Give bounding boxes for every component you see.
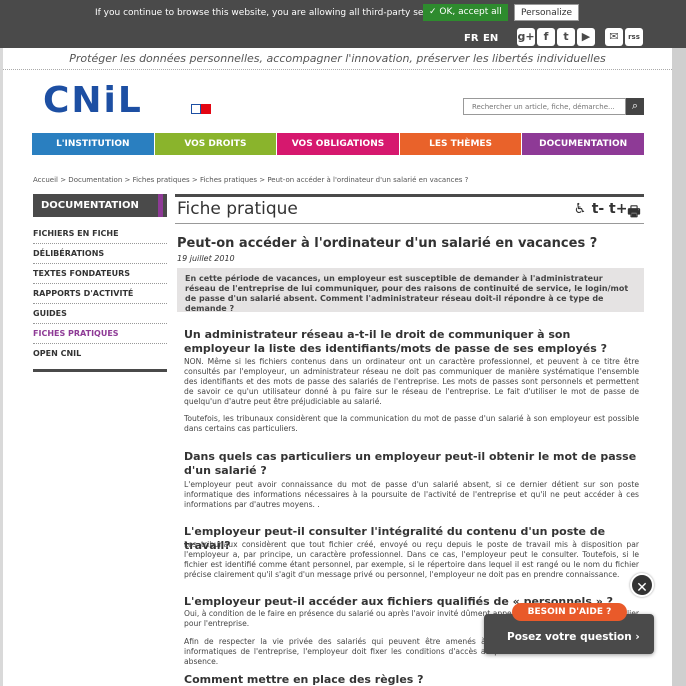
heading-1: Un administrateur réseau a-t-il le droit… [184,328,607,355]
section-title: Fiche pratique [177,199,298,219]
sidebar-item[interactable]: DÉLIBÉRATIONS [33,244,167,264]
accessibility-icon[interactable]: ♿ [573,201,587,225]
sidebar-item[interactable]: OPEN CNIL [33,344,167,364]
article-title: Peut-on accéder à l'ordinateur d'un sala… [177,236,598,251]
paragraph-4: Les tribunaux considèrent que tout fichi… [184,540,639,579]
search-icon[interactable]: ⌕ [626,98,644,115]
youtube-icon[interactable]: ▶ [577,28,595,46]
text-larger-icon[interactable]: t+ [609,201,627,225]
googleplus-icon[interactable]: g+ [517,28,535,46]
nav-item-4[interactable]: Documentation [522,133,644,155]
sidebar-item[interactable]: RAPPORTS D'ACTIVITÉ [33,284,167,304]
logo-square-white [191,104,201,114]
accept-cookies-button[interactable]: ✓ OK, accept all [423,4,508,21]
nav-item-0[interactable]: L'institution [32,133,155,155]
print-icon[interactable]: 🖶 [627,201,641,225]
paragraph-1: NON. Même si les fichiers contenus dans … [184,357,639,406]
sidebar-bottom-rule [33,369,167,372]
text-smaller-icon[interactable]: t- [591,201,605,225]
tools: ♿ t- t+ 🖶 [573,201,641,225]
rss-icon[interactable]: rss [625,28,643,46]
main-sub-rule [175,223,644,224]
paragraph-2: Toutefois, les tribunaux considèrent que… [184,414,639,433]
sidebar-item[interactable]: FICHES PRATIQUES [33,324,167,344]
sidebar-title-accent [158,194,163,217]
heading-5: Comment mettre en place des règles ? [184,673,424,686]
cnil-logo[interactable]: CNiL [43,82,143,120]
mail-icon[interactable]: ✉ [605,28,623,46]
scrollbar[interactable] [672,0,686,686]
cookie-text: If you continue to browse this website, … [95,8,451,18]
nav-item-2[interactable]: Vos obligations [277,133,400,155]
lang-en[interactable]: EN [483,33,498,44]
logo-square-red [201,104,211,114]
sidebar-item[interactable]: TEXTES FONDATEURS [33,264,167,284]
tagline: Protéger les données personnelles, accom… [3,48,672,70]
nav-item-3[interactable]: Les thèmes [399,133,523,155]
facebook-icon[interactable]: f [537,28,555,46]
cookie-banner: If you continue to browse this website, … [0,0,686,48]
article-date: 19 juillet 2010 [177,254,235,263]
page: Protéger les données personnelles, accom… [3,0,672,686]
nav-item-1[interactable]: Vos droits [154,133,278,155]
breadcrumb[interactable]: Accueil > Documentation > Fiches pratiqu… [33,176,468,184]
help-badge[interactable]: BESOIN D'AIDE ? [512,603,627,621]
twitter-icon[interactable]: t [557,28,575,46]
close-icon[interactable]: ✕ [630,573,654,597]
sidebar-item[interactable]: GUIDES [33,304,167,324]
paragraph-3: L'employeur peut avoir connaissance du m… [184,480,639,509]
heading-2: Dans quels cas particuliers un employeur… [184,450,637,477]
search-input[interactable] [463,98,626,115]
sidebar-list: FICHIERS EN FICHE DÉLIBÉRATIONS TEXTES FON… [33,224,167,364]
sidebar-item[interactable]: FICHIERS EN FICHE [33,224,167,244]
lang-fr[interactable]: FR [464,33,479,44]
main-nav: L'institution Vos droits Vos obligations Le… [32,133,644,155]
sidebar-title: DOCUMENTATION [33,194,167,217]
ask-question-button[interactable]: Posez votre question › [507,631,640,643]
article-intro: En cette période de vacances, un employe… [177,268,644,313]
personalize-button[interactable]: Personalize [514,4,580,21]
